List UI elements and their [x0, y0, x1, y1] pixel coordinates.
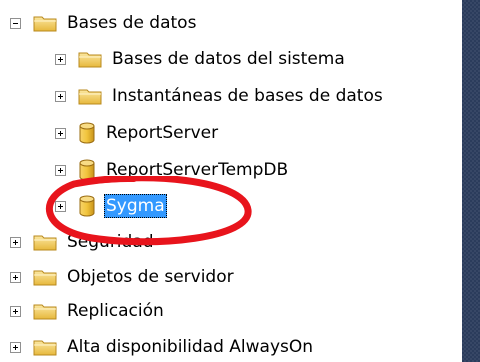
folder-icon: [78, 88, 102, 105]
tree-node-label: Instantáneas de bases de datos: [112, 86, 383, 106]
tree-node-label: ReportServer: [106, 123, 219, 143]
tree-node-label: ReportServerTempDB: [106, 160, 289, 180]
folder-icon: [78, 51, 102, 68]
folder-icon: [33, 234, 57, 251]
tree-node-reportservertempdb[interactable]: ReportServerTempDB: [55, 157, 290, 183]
database-icon: [78, 195, 96, 217]
expand-icon[interactable]: [10, 271, 21, 283]
tree-node-label: Objetos de servidor: [67, 267, 234, 287]
tree-node-bases-de-datos-del-sistema[interactable]: Bases de datos del sistema: [55, 46, 347, 72]
tree-node-alta-disponibilidad[interactable]: Alta disponibilidad AlwaysOn: [10, 334, 315, 360]
tree-node-reportserver[interactable]: ReportServer: [55, 120, 220, 146]
folder-icon: [33, 15, 57, 32]
tree-node-label: Seguridad: [67, 232, 154, 252]
expand-icon[interactable]: [55, 90, 66, 102]
expand-icon[interactable]: [55, 200, 66, 212]
folder-icon: [33, 303, 57, 320]
tree-node-objetos-de-servidor[interactable]: Objetos de servidor: [10, 264, 236, 290]
tree-node-sygma[interactable]: Sygma: [55, 193, 167, 219]
tree-node-label: Bases de datos: [67, 13, 197, 33]
database-icon: [78, 159, 96, 181]
expand-icon[interactable]: [55, 164, 66, 176]
expand-icon[interactable]: [10, 236, 21, 248]
tree-node-bases-de-datos[interactable]: Bases de datos: [10, 10, 198, 36]
tree-node-replicacion[interactable]: Replicación: [10, 298, 166, 324]
expand-icon[interactable]: [10, 341, 21, 353]
expand-icon[interactable]: [55, 53, 66, 65]
expand-icon[interactable]: [55, 127, 66, 139]
tree-node-label: Bases de datos del sistema: [112, 49, 345, 69]
tree-node-instantaneas[interactable]: Instantáneas de bases de datos: [55, 83, 385, 109]
splitter-bar[interactable]: [462, 0, 480, 362]
database-icon: [78, 122, 96, 144]
folder-icon: [33, 339, 57, 356]
object-explorer-tree: Bases de datos Bases de datos del sistem…: [0, 0, 462, 362]
collapse-icon[interactable]: [10, 17, 21, 29]
folder-icon: [33, 269, 57, 286]
tree-node-seguridad[interactable]: Seguridad: [10, 229, 156, 255]
tree-node-label-selected: Sygma: [104, 194, 167, 218]
tree-node-label: Replicación: [67, 301, 164, 321]
tree-node-label: Alta disponibilidad AlwaysOn: [67, 337, 314, 357]
expand-icon[interactable]: [10, 305, 21, 317]
